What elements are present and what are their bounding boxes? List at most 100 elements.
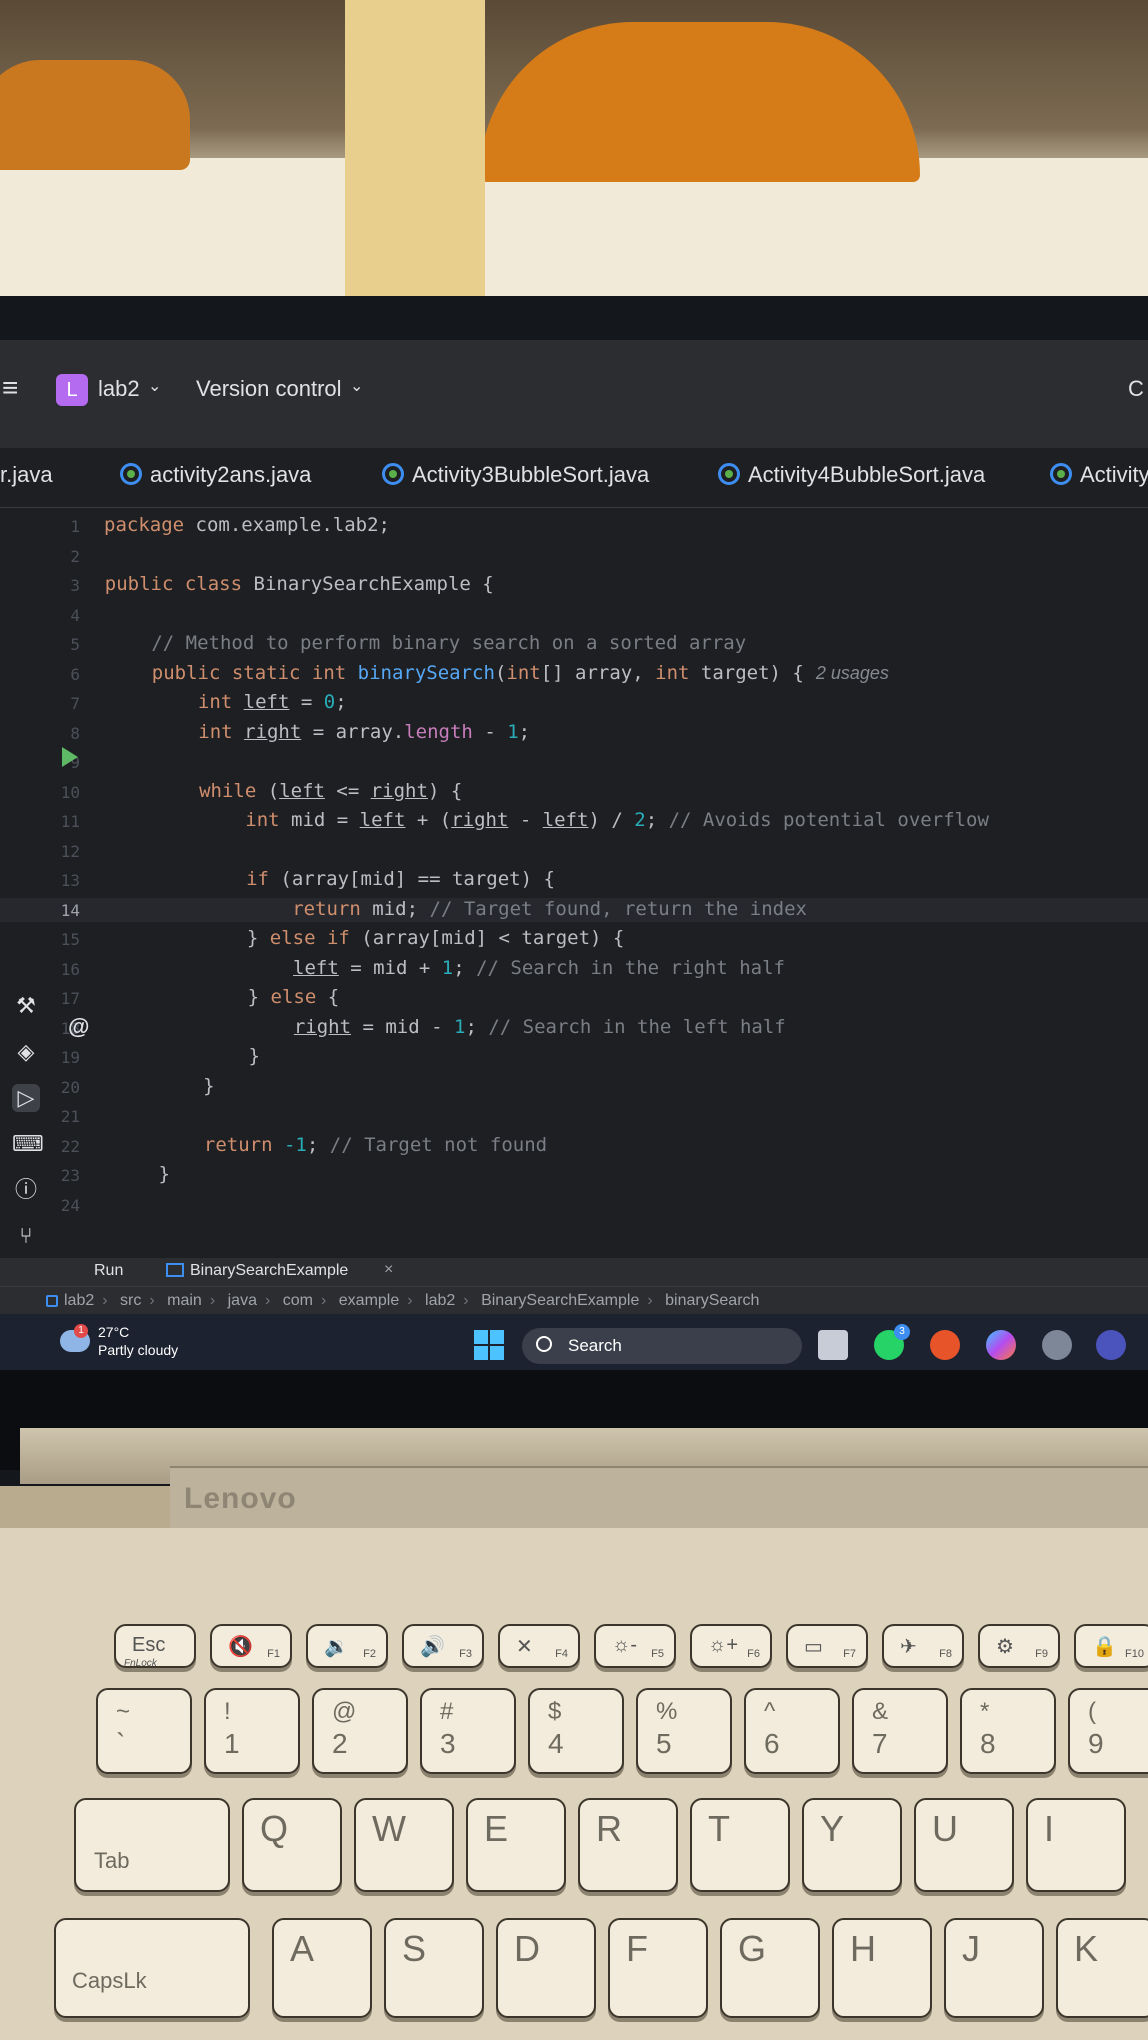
code-line[interactable]: 20 } — [0, 1075, 1148, 1099]
code-line[interactable]: 1 package com.example.lab2; — [0, 514, 1148, 538]
code-line[interactable]: 5 // Method to perform binary search on … — [0, 632, 1148, 656]
code-line[interactable]: 11 int mid = left + (right - left) / 2; … — [0, 809, 1148, 833]
editor-tab[interactable]: Activity3BubbleSort.java — [382, 462, 649, 488]
run-tool-label[interactable]: Run — [94, 1262, 123, 1280]
function-key[interactable]: 🔉 F2 — [306, 1624, 388, 1668]
number-key[interactable]: ! 1 — [204, 1688, 300, 1774]
firefox-icon[interactable] — [930, 1330, 960, 1360]
letter-key[interactable]: J — [944, 1918, 1044, 2018]
letter-key[interactable]: G — [720, 1918, 820, 2018]
code-editor[interactable]: 1 package com.example.lab2; 2 3 public class… — [0, 508, 1148, 1258]
breadcrumb-item[interactable]: example — [339, 1292, 399, 1309]
start-button-icon[interactable] — [474, 1330, 504, 1360]
letter-key[interactable]: S — [384, 1918, 484, 2018]
function-key[interactable]: 🔊 F3 — [402, 1624, 484, 1668]
letter-key[interactable]: Q — [242, 1798, 342, 1892]
number-key[interactable]: % 5 — [636, 1688, 732, 1774]
code-line[interactable]: 7 int left = 0; — [0, 691, 1148, 715]
editor-tab[interactable]: Activity — [1050, 462, 1148, 488]
number-key[interactable]: @2 — [312, 1688, 408, 1774]
letter-key[interactable]: A — [272, 1918, 372, 2018]
editor-tab[interactable]: Activity4BubbleSort.java — [718, 462, 985, 488]
code-line[interactable]: 17 } else { — [0, 986, 1148, 1010]
tab-key[interactable]: Tab — [74, 1798, 230, 1892]
code-line[interactable]: 4 — [0, 603, 1148, 627]
line-number[interactable]: 13 — [0, 871, 80, 890]
chevron-down-icon[interactable]: ⌄ — [350, 376, 363, 396]
run-config-tab[interactable]: BinarySearchExample — [166, 1262, 348, 1280]
run-gutter-icon[interactable] — [62, 747, 78, 767]
titlebar-truncated-item[interactable]: C — [1128, 376, 1144, 402]
letter-key[interactable]: E — [466, 1798, 566, 1892]
line-number[interactable]: 6 — [0, 665, 80, 684]
settings-gear-icon[interactable] — [1042, 1330, 1072, 1360]
line-number[interactable]: 21 — [0, 1107, 80, 1126]
code-line[interactable]: 12 — [0, 839, 1148, 863]
function-key[interactable]: ✈ F8 — [882, 1624, 964, 1668]
main-menu-icon[interactable]: ≡ — [2, 374, 26, 402]
function-key[interactable]: ☼+ F6 — [690, 1624, 772, 1668]
breadcrumb-item[interactable]: binarySearch — [665, 1292, 759, 1309]
breadcrumb-item[interactable]: lab2 — [425, 1292, 455, 1309]
caps-lock-key[interactable]: CapsLk — [54, 1918, 250, 2018]
line-number[interactable]: 5 — [0, 635, 80, 654]
terminal-icon[interactable]: ⌨ — [12, 1130, 44, 1158]
code-line[interactable]: 24 — [0, 1193, 1148, 1217]
line-number[interactable]: 15 — [0, 930, 80, 949]
line-number[interactable]: 12 — [0, 842, 80, 861]
number-key[interactable]: * 8 — [960, 1688, 1056, 1774]
letter-key[interactable]: U — [914, 1798, 1014, 1892]
letter-key[interactable]: D — [496, 1918, 596, 2018]
weather-condition[interactable]: Partly cloudy — [98, 1342, 178, 1358]
code-line[interactable]: 18 right = mid - 1; // Search in the lef… — [0, 1016, 1148, 1040]
run-icon[interactable]: ▷ — [12, 1084, 40, 1112]
task-view-icon[interactable] — [818, 1330, 848, 1360]
build-icon[interactable]: ⚒ — [12, 992, 40, 1020]
override-gutter-icon[interactable]: @ — [68, 1014, 89, 1040]
letter-key[interactable]: F — [608, 1918, 708, 2018]
breadcrumb-item[interactable]: BinarySearchExample — [481, 1292, 639, 1309]
version-control-menu[interactable]: Version control — [196, 376, 342, 402]
line-number[interactable]: 8 — [0, 724, 80, 743]
code-line[interactable]: 2 — [0, 544, 1148, 568]
line-number[interactable]: 4 — [0, 606, 80, 625]
number-key[interactable]: ~ ` — [96, 1688, 192, 1774]
letter-key[interactable]: W — [354, 1798, 454, 1892]
line-number[interactable]: 2 — [0, 547, 80, 566]
code-line[interactable]: 19 } — [0, 1045, 1148, 1069]
code-line[interactable]: 21 — [0, 1104, 1148, 1128]
letter-key[interactable]: K — [1056, 1918, 1148, 2018]
code-line[interactable]: 16 left = mid + 1; // Search in the righ… — [0, 957, 1148, 981]
letter-key[interactable]: H — [832, 1918, 932, 2018]
breadcrumb-item[interactable]: lab2 — [64, 1292, 94, 1309]
usages-hint[interactable]: 2 usages — [816, 663, 889, 683]
code-line[interactable]: 6 public static int binarySearch(int[] a… — [0, 662, 1148, 686]
line-number[interactable]: 11 — [0, 812, 80, 831]
number-key[interactable]: ^ 6 — [744, 1688, 840, 1774]
code-line[interactable]: 23 } — [0, 1163, 1148, 1187]
line-number[interactable]: 16 — [0, 960, 80, 979]
code-line[interactable]: 10 while (left <= right) { — [0, 780, 1148, 804]
editor-tab[interactable]: r.java — [0, 462, 53, 488]
letter-key[interactable]: R — [578, 1798, 678, 1892]
number-key[interactable]: & 7 — [852, 1688, 948, 1774]
problems-icon[interactable]: ⓘ — [12, 1176, 40, 1204]
breadcrumb-item[interactable]: main — [167, 1292, 202, 1309]
number-key[interactable]: #3 — [420, 1688, 516, 1774]
copilot-icon[interactable] — [986, 1330, 1016, 1360]
line-number[interactable]: 7 — [0, 694, 80, 713]
line-number[interactable]: 14 — [0, 901, 80, 920]
letter-key[interactable]: I — [1026, 1798, 1126, 1892]
close-icon[interactable]: × — [384, 1261, 393, 1279]
letter-key[interactable]: Y — [802, 1798, 902, 1892]
chevron-down-icon[interactable]: ⌄ — [148, 376, 161, 396]
code-line[interactable]: 14 return mid; // Target found, return t… — [0, 897, 1148, 922]
function-key[interactable]: 🔇 F1 — [210, 1624, 292, 1668]
number-key[interactable]: (9 — [1068, 1688, 1148, 1774]
line-number[interactable]: 3 — [0, 576, 80, 595]
code-line[interactable]: 13 if (array[mid] == target) { — [0, 868, 1148, 892]
function-key[interactable]: ✕ F4 — [498, 1624, 580, 1668]
function-key[interactable]: ▭ F7 — [786, 1624, 868, 1668]
code-line[interactable]: 9 — [0, 750, 1148, 774]
project-badge[interactable]: L — [56, 374, 88, 406]
